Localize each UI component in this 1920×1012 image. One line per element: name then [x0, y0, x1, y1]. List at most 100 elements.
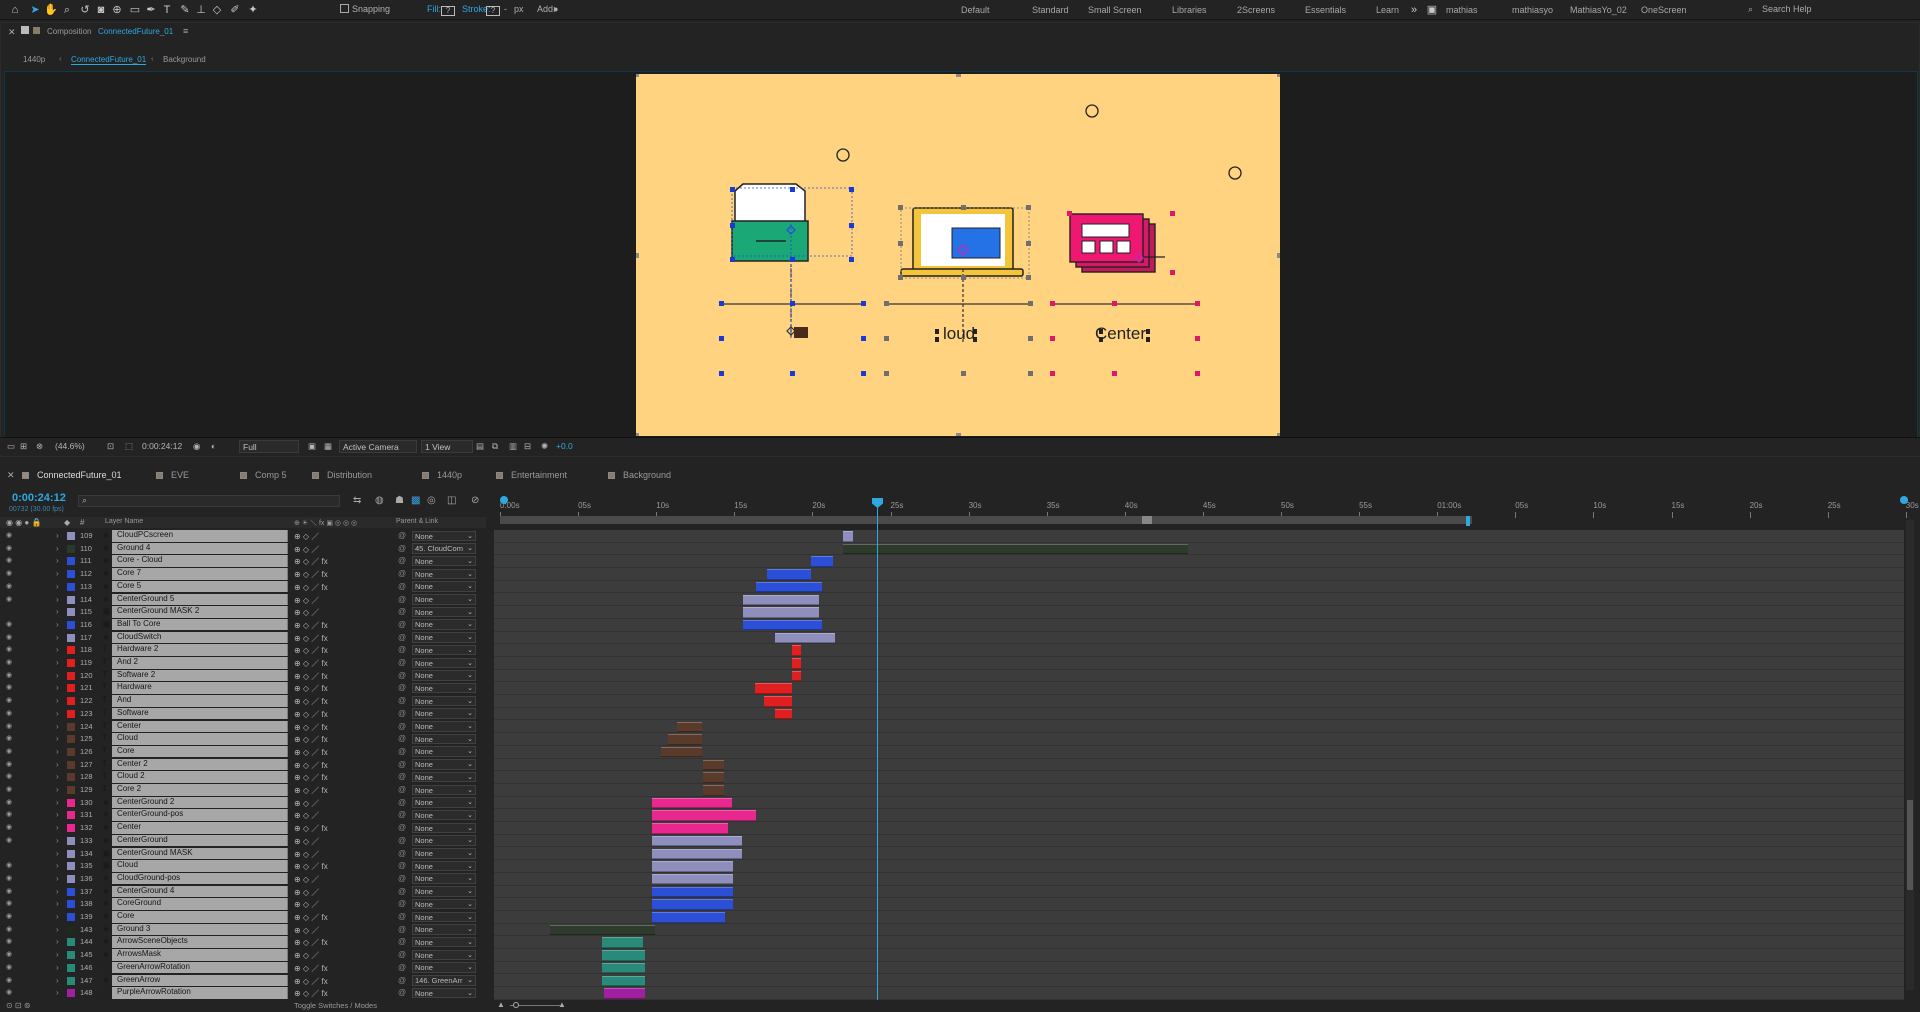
layer-name[interactable]: Ball To Core — [117, 619, 160, 628]
expand-arrow-icon[interactable]: › — [56, 937, 59, 946]
pick-whip-icon[interactable]: @ — [398, 544, 406, 553]
layer-row[interactable]: ◉ › 127 T Center 2 ⊕ ◇ ／ fx @ None ⌄ — [0, 758, 490, 772]
workspace-small-screen[interactable]: Small Screen — [1088, 5, 1142, 15]
pen-tool-icon[interactable]: ✒ — [144, 3, 158, 17]
layer-duration-bar[interactable] — [767, 569, 811, 580]
layer-switches[interactable]: ⊕ ◇ ／ — [294, 836, 326, 847]
layer-name[interactable]: GreenArrowRotation — [117, 962, 190, 971]
parent-dropdown[interactable]: None ⌄ — [412, 581, 476, 592]
pick-whip-icon[interactable]: @ — [398, 937, 406, 946]
expand-arrow-icon[interactable]: › — [56, 836, 59, 845]
layer-row[interactable]: ◉ › 122 T And ⊕ ◇ ／ fx @ None ⌄ — [0, 695, 490, 708]
layer-duration-bar[interactable] — [775, 632, 835, 644]
pick-whip-icon[interactable]: @ — [398, 810, 406, 819]
layer-name-cell[interactable] — [112, 745, 288, 758]
expand-arrow-icon[interactable]: › — [56, 849, 59, 858]
expand-arrow-icon[interactable]: › — [56, 709, 59, 718]
label-color-icon[interactable] — [67, 963, 75, 972]
layer-duration-bar[interactable] — [652, 835, 742, 847]
layer-duration-bar[interactable] — [661, 746, 702, 758]
layer-switches[interactable]: ⊕ ◇ ／ fx — [294, 582, 328, 593]
fast-previews-icon[interactable]: ⧉ — [492, 441, 498, 452]
expand-arrow-icon[interactable]: › — [56, 683, 59, 692]
layer-name[interactable]: CenterGround 4 — [117, 886, 174, 895]
expand-arrow-icon[interactable]: › — [56, 595, 59, 604]
layer-name[interactable]: Core 5 — [117, 581, 141, 590]
layer-switches[interactable]: ⊕ ◇ ／ fx — [294, 620, 328, 631]
layer-row[interactable]: ◉ › 126 T Core ⊕ ◇ ／ fx @ None ⌄ — [0, 745, 490, 759]
layer-switches[interactable]: ⊕ ◇ ／ fx — [294, 785, 328, 796]
pick-whip-icon[interactable]: @ — [398, 734, 406, 743]
parent-dropdown[interactable]: None ⌄ — [412, 797, 476, 808]
scrollbar-thumb[interactable] — [1907, 800, 1913, 890]
zoom-end-handle[interactable] — [1900, 496, 1908, 504]
close-panel-icon[interactable]: ✕ — [8, 27, 16, 38]
workspace-mathias[interactable]: mathias — [1446, 5, 1478, 15]
parent-dropdown[interactable]: None ⌄ — [412, 746, 476, 757]
layer-switches[interactable]: ⊕ ◇ ／ fx — [294, 861, 328, 872]
layer-duration-bar[interactable] — [652, 912, 725, 923]
eye-icon[interactable]: ◉ — [6, 862, 15, 869]
roto-brush-tool-icon[interactable]: ✐ — [228, 3, 242, 17]
layer-row[interactable]: ◉ › 132 ★ Center ⊕ ◇ ／ fx @ None ⌄ — [0, 822, 490, 835]
expand-arrow-icon[interactable]: › — [56, 747, 59, 756]
time-ruler[interactable]: 0:00s 05s 10s 15s 20s 25s 30s 35s 40s 45s 50s 55s 01… — [494, 496, 1919, 518]
pick-whip-icon[interactable]: @ — [398, 798, 406, 807]
label-color-icon[interactable] — [67, 532, 75, 540]
layer-switches[interactable]: ⊕ ◇ ／ — [294, 798, 326, 809]
parent-dropdown[interactable]: None ⌄ — [412, 809, 476, 821]
layer-name-cell[interactable] — [112, 695, 288, 707]
close-timeline-icon[interactable]: ✕ — [7, 470, 15, 481]
artboard-text-center[interactable]: Center — [1095, 324, 1146, 344]
eraser-tool-icon[interactable]: ◇ — [210, 3, 224, 17]
label-color-icon[interactable] — [67, 760, 75, 769]
pick-whip-icon[interactable]: @ — [398, 861, 406, 870]
camera-tool-icon[interactable]: ◙ — [94, 3, 108, 17]
layer-duration-bar[interactable] — [792, 658, 801, 669]
layer-row[interactable]: ◉ › 116 ▣ Ball To Core ⊕ ◇ ／ fx @ None ⌄ — [0, 618, 490, 632]
layer-switches[interactable]: ⊕ ◇ ／ — [294, 950, 326, 961]
panel-menu-icon[interactable]: ≡ — [183, 26, 188, 36]
exposure-value[interactable]: +0.0 — [556, 441, 573, 451]
layer-name-cell[interactable] — [112, 911, 288, 923]
layer-duration-bar[interactable] — [843, 543, 1188, 555]
layer-duration-bar[interactable] — [764, 696, 792, 707]
parent-dropdown[interactable]: None ⌄ — [412, 771, 476, 783]
eye-icon[interactable]: ◉ — [6, 786, 15, 793]
expand-arrow-icon[interactable]: › — [56, 887, 59, 896]
layer-name-cell[interactable] — [112, 733, 288, 745]
layer-duration-bar[interactable] — [703, 785, 724, 796]
layer-name-header[interactable]: Layer Name — [105, 518, 143, 525]
layer-switches[interactable]: ⊕ ◇ ／ fx — [294, 747, 328, 758]
layer-name[interactable]: Hardware — [117, 682, 152, 691]
layer-switches[interactable]: ⊕ ◇ ／ — [294, 607, 326, 618]
pick-whip-icon[interactable]: @ — [398, 556, 406, 565]
parent-dropdown[interactable]: None ⌄ — [412, 911, 476, 922]
parent-dropdown[interactable]: None ⌄ — [412, 759, 476, 770]
lock-panel-icon[interactable] — [21, 26, 29, 34]
parent-dropdown[interactable]: None ⌄ — [412, 594, 476, 605]
layer-duration-bar[interactable] — [550, 924, 655, 936]
layer-name[interactable]: Core — [117, 911, 134, 920]
layer-row[interactable]: ◉ › 120 T Software 2 ⊕ ◇ ／ fx @ None ⌄ — [0, 669, 490, 683]
sync-settings-icon[interactable]: ▣ — [1425, 3, 1439, 17]
parent-dropdown[interactable]: None ⌄ — [412, 632, 476, 643]
expand-arrow-icon[interactable]: › — [56, 899, 59, 908]
layer-row[interactable]: ◉ › 135 ▣ Cloud ⊕ ◇ ／ fx @ None ⌄ — [0, 860, 490, 873]
expand-arrow-icon[interactable]: › — [56, 633, 59, 642]
eye-icon[interactable]: ◉ — [6, 799, 15, 806]
draft-3d-icon[interactable]: ◍ — [375, 495, 384, 506]
pick-whip-icon[interactable]: @ — [398, 582, 406, 591]
parent-dropdown[interactable]: None ⌄ — [412, 530, 476, 541]
layer-duration-bar[interactable] — [756, 581, 822, 593]
eye-icon[interactable]: ◉ — [6, 837, 15, 844]
layer-name[interactable]: Cloud — [117, 860, 138, 869]
label-color-icon[interactable] — [67, 620, 75, 629]
layer-name-cell[interactable] — [112, 860, 288, 872]
parent-dropdown[interactable]: None ⌄ — [412, 708, 476, 719]
label-color-icon[interactable] — [67, 798, 75, 807]
label-color-icon[interactable] — [67, 735, 75, 744]
puppet-pin-tool-icon[interactable]: ✦ — [246, 3, 260, 17]
layer-duration-bar[interactable] — [792, 645, 801, 656]
layer-name[interactable]: Center 2 — [117, 759, 148, 768]
